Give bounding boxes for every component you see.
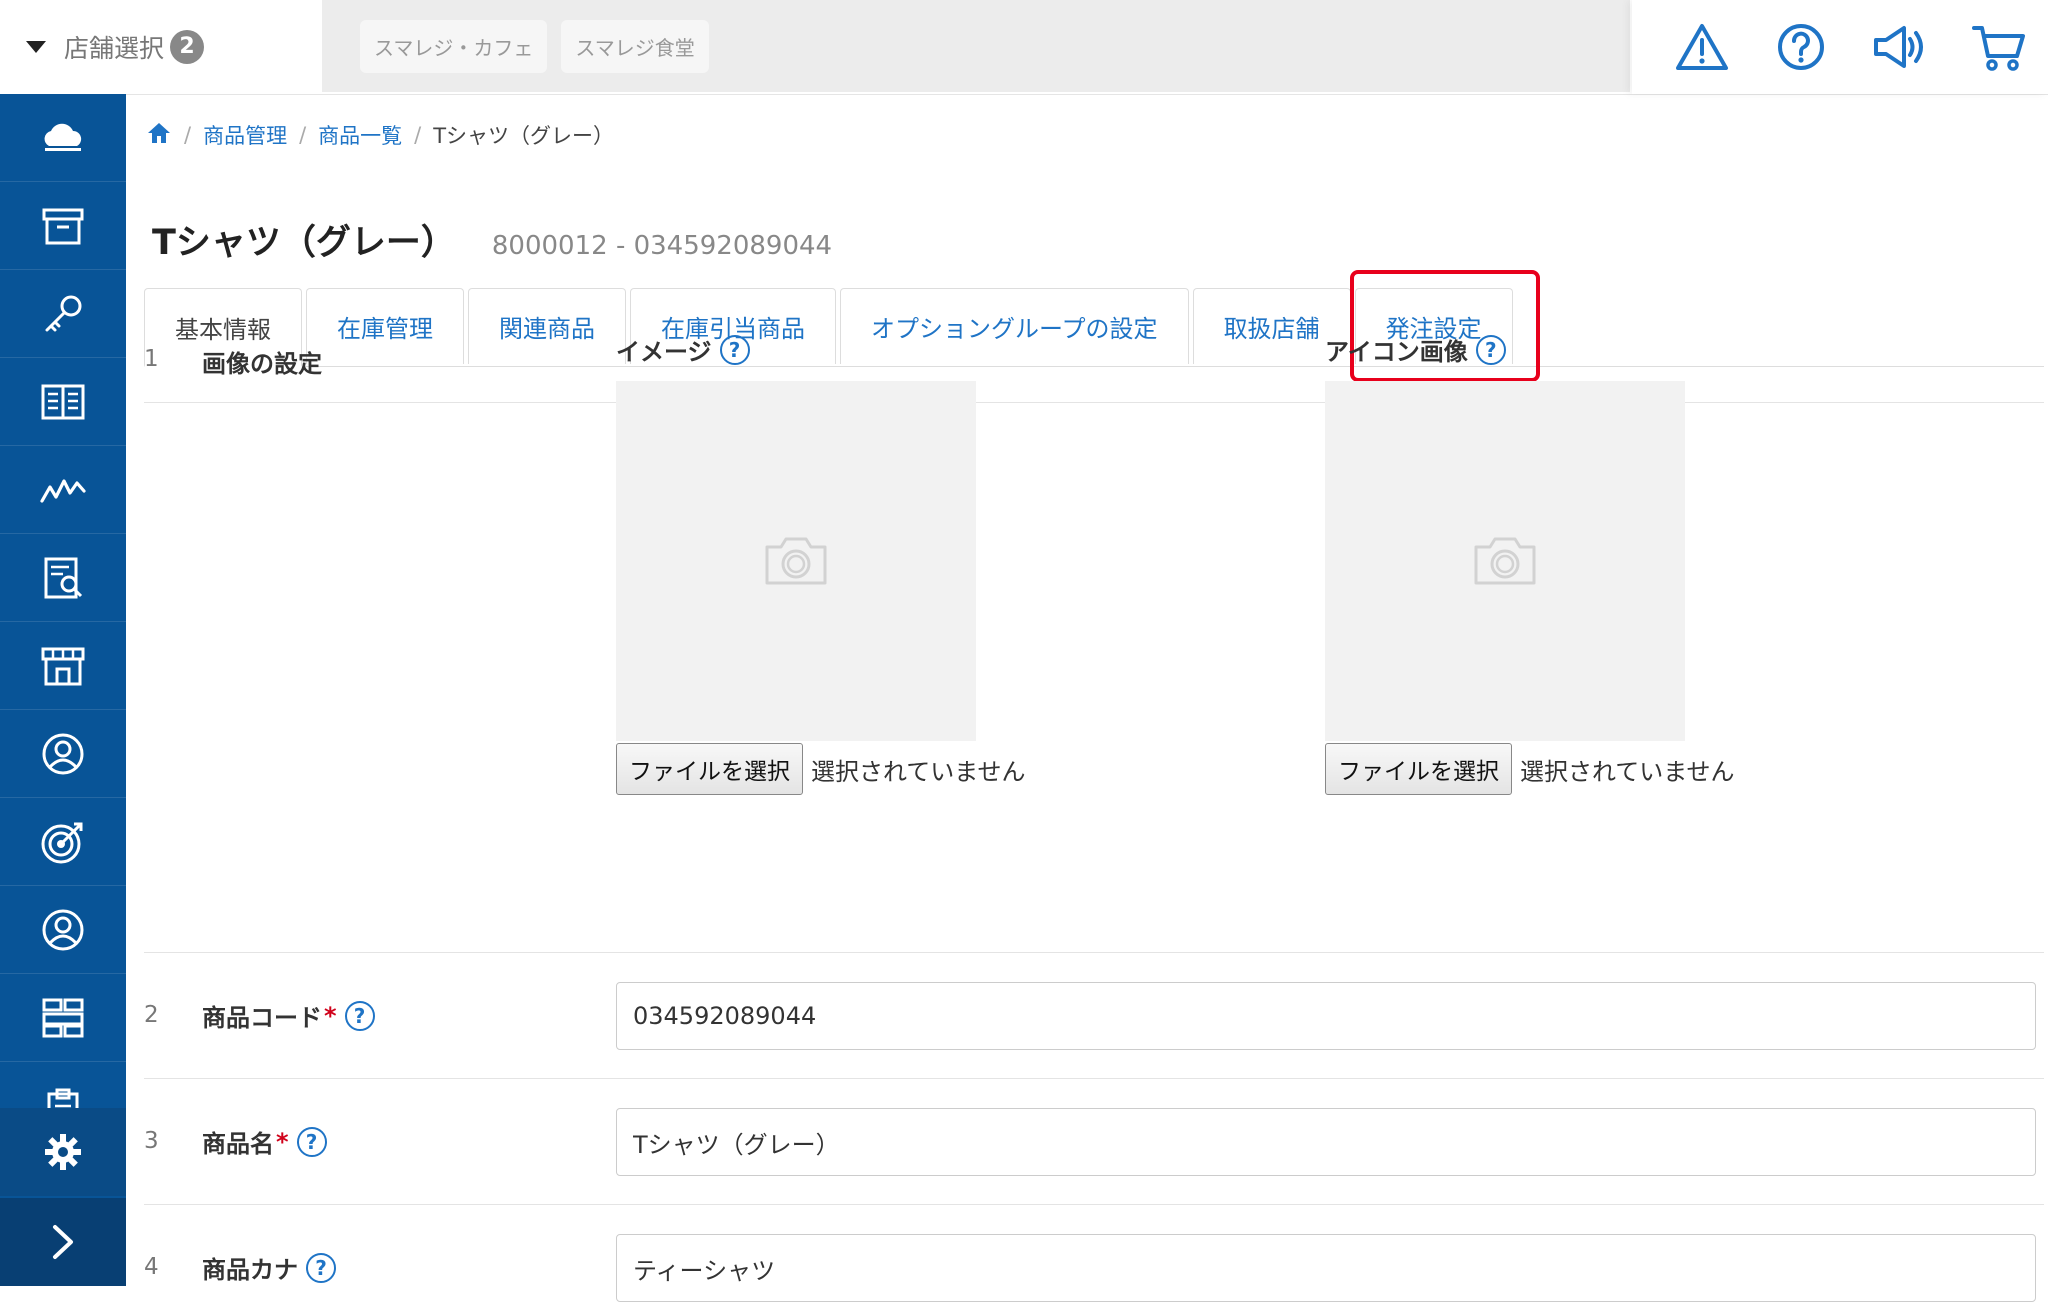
sidebar-item-cloud[interactable] — [0, 94, 126, 182]
chevron-right-icon — [53, 1225, 73, 1259]
key-icon — [45, 295, 82, 331]
chart-line-icon — [40, 478, 86, 503]
row-number: 4 — [144, 1254, 159, 1280]
grid-icon — [42, 998, 84, 1037]
divider — [144, 1204, 2044, 1205]
row-number: 3 — [144, 1128, 159, 1154]
store-chip-bar: スマレジ・カフェ スマレジ食堂 — [322, 0, 1630, 92]
sidebar-item-key[interactable] — [0, 270, 126, 358]
breadcrumb-product-management[interactable]: 商品管理 — [203, 120, 287, 150]
store-select-label: 店舗選択 — [64, 34, 165, 63]
sidebar-item-report[interactable] — [0, 534, 126, 622]
sidebar-item-customer[interactable] — [0, 886, 126, 974]
target-icon — [41, 822, 83, 863]
settings-button[interactable] — [0, 1108, 126, 1196]
cart-icon[interactable] — [1969, 17, 2029, 77]
row-number: 1 — [144, 346, 159, 372]
help-icon[interactable]: ? — [719, 334, 750, 365]
warning-icon[interactable] — [1672, 17, 1732, 77]
store-chip[interactable]: スマレジ・カフェ — [360, 19, 548, 73]
divider — [144, 1078, 2044, 1079]
camera-icon — [765, 537, 827, 585]
help-icon[interactable]: ? — [306, 1252, 336, 1283]
tab-bar: 基本情報 在庫管理 関連商品 在庫引当商品 オプショングループの設定 取扱店舗 … — [144, 288, 2044, 367]
required-mark: * — [324, 1001, 337, 1030]
sidebar-item-target[interactable] — [0, 798, 126, 886]
page-title: Tシャツ（グレー） — [152, 223, 456, 263]
home-icon — [148, 122, 170, 143]
file-input: ファイルを選択 選択されていません — [616, 743, 1026, 795]
breadcrumb-separator: / — [414, 123, 422, 147]
image-preview — [616, 381, 976, 741]
store-icon — [41, 647, 85, 685]
icon-image-title: アイコン画像 ? — [1325, 332, 1735, 367]
cloud-icon — [44, 123, 82, 151]
sidebar-item-products[interactable] — [0, 182, 126, 270]
breadcrumb-product-list[interactable]: 商品一覧 — [318, 120, 402, 150]
image-upload: イメージ ? ファイルを選択 選択されていません — [616, 332, 1026, 795]
product-code-display: 8000012 - 034592089044 — [491, 231, 833, 261]
divider — [144, 952, 2044, 953]
divider — [144, 402, 2044, 403]
sidebar-item-book[interactable] — [0, 358, 126, 446]
product-kana-input[interactable] — [616, 1234, 2036, 1302]
breadcrumb-separator: / — [184, 123, 192, 147]
help-icon[interactable]: ? — [344, 1000, 375, 1031]
megaphone-icon[interactable] — [1870, 17, 1930, 77]
icon-image-upload: アイコン画像 ? ファイルを選択 選択されていません — [1325, 332, 1735, 795]
report-search-icon — [44, 557, 83, 598]
label-text: 画像の設定 — [202, 350, 322, 378]
help-icon[interactable]: ? — [1475, 334, 1506, 365]
row-label-image-settings: 画像の設定 — [202, 344, 322, 379]
top-bar: 店舗選択 2 スマレジ・カフェ スマレジ食堂 — [0, 0, 2048, 95]
label-text: 商品カナ — [202, 1256, 298, 1284]
file-input: ファイルを選択 選択されていません — [1325, 743, 1735, 795]
breadcrumb-separator: / — [299, 123, 307, 147]
gear-icon — [45, 1134, 81, 1170]
row-label-product-kana: 商品カナ? — [202, 1250, 336, 1285]
label-text: 商品コード — [202, 1004, 322, 1032]
required-mark: * — [276, 1127, 289, 1156]
user-circle-icon — [42, 733, 84, 774]
tab-inventory[interactable]: 在庫管理 — [306, 288, 464, 364]
file-status: 選択されていません — [1520, 757, 1735, 786]
file-status: 選択されていません — [811, 757, 1026, 786]
box-icon — [42, 208, 84, 244]
help-icon[interactable]: ? — [296, 1126, 327, 1157]
store-chip[interactable]: スマレジ食堂 — [561, 19, 709, 73]
sidebar-item-apps[interactable] — [0, 974, 126, 1062]
breadcrumb: / 商品管理 / 商品一覧 / Tシャツ（グレー） — [146, 120, 614, 150]
user-circle-icon — [42, 909, 84, 950]
image-title: イメージ ? — [616, 332, 1026, 367]
top-icon-bar — [1632, 0, 2048, 94]
choose-file-button[interactable]: ファイルを選択 — [616, 743, 803, 795]
help-circle-icon[interactable] — [1771, 17, 1831, 77]
breadcrumb-home[interactable] — [146, 121, 172, 150]
sidebar — [0, 94, 126, 1286]
title-row: Tシャツ（グレー） 8000012 - 034592089044 — [152, 214, 832, 265]
sidebar-item-staff[interactable] — [0, 710, 126, 798]
main-content: / 商品管理 / 商品一覧 / Tシャツ（グレー） Tシャツ（グレー） 8000… — [126, 94, 2048, 1302]
row-label-product-name: 商品名 *? — [202, 1124, 327, 1159]
sidebar-item-analytics[interactable] — [0, 446, 126, 534]
choose-file-button[interactable]: ファイルを選択 — [1325, 743, 1512, 795]
sidebar-item-store[interactable] — [0, 622, 126, 710]
sidebar-expand-button[interactable] — [0, 1198, 126, 1286]
breadcrumb-current: Tシャツ（グレー） — [433, 124, 615, 148]
book-icon — [41, 384, 85, 419]
row-number: 2 — [144, 1002, 159, 1028]
row-label-product-code: 商品コード *? — [202, 998, 375, 1033]
store-select[interactable]: 店舗選択 2 — [0, 0, 322, 94]
label-text: 商品名 — [202, 1130, 274, 1158]
caret-down-icon — [26, 41, 46, 53]
product-name-input[interactable] — [616, 1108, 2036, 1176]
store-count-badge: 2 — [170, 30, 205, 64]
tab-related-products[interactable]: 関連商品 — [468, 288, 626, 364]
camera-icon — [1474, 537, 1536, 585]
icon-image-preview — [1325, 381, 1685, 741]
image-title-text: イメージ — [616, 338, 712, 366]
icon-image-title-text: アイコン画像 — [1325, 338, 1468, 366]
product-code-input[interactable] — [616, 982, 2036, 1050]
